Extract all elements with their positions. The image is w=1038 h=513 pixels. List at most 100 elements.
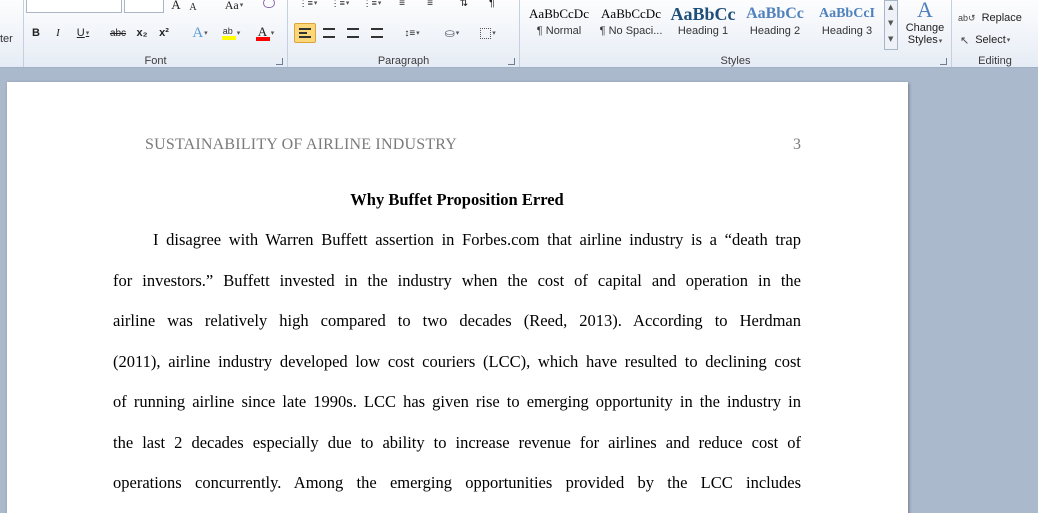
italic-button[interactable]: I xyxy=(48,24,68,42)
change-styles-button[interactable]: A Change Styles xyxy=(900,0,950,50)
page-number: 3 xyxy=(793,136,801,153)
paint-bucket-icon: ⛀ xyxy=(444,26,455,40)
change-styles-label-2: Styles xyxy=(900,34,950,46)
style-no-spacing-sample: AaBbCcDc xyxy=(601,6,661,21)
select-cursor-icon: ↖ xyxy=(960,34,970,47)
multilevel-list-button[interactable]: ⋮≡ xyxy=(360,0,384,12)
select-button[interactable]: ↖ Select xyxy=(960,31,1032,49)
styles-group-label: Styles xyxy=(720,55,751,67)
gallery-up-icon: ▲ xyxy=(888,3,894,11)
superscript-button[interactable]: x² xyxy=(154,24,174,42)
paragraph-line[interactable]: of running airline since late 1990s. LCC… xyxy=(113,392,801,414)
paragraph-line[interactable]: the last 2 decades especially due to abi… xyxy=(113,433,801,455)
paragraph-group: ⋮≡ ⋮≡ ⋮≡ ≡ ≡ ⇅ ¶ ↕≡ ⛀ Paragraph xyxy=(288,0,520,67)
running-head: SUSTAINABILITY OF AIRLINE INDUSTRY xyxy=(145,136,458,153)
style-normal-name: ¶ Normal xyxy=(536,25,582,37)
multilevel-list-icon: ⋮≡ xyxy=(362,0,377,8)
strikethrough-button[interactable]: abc xyxy=(106,24,130,42)
sort-button[interactable]: ⇅ xyxy=(454,0,474,12)
align-center-icon xyxy=(323,28,335,38)
numbering-button[interactable]: ⋮≡ xyxy=(328,0,352,12)
style-heading-3-sample: AaBbCcI xyxy=(818,6,875,21)
italic-icon: I xyxy=(56,27,60,39)
style-normal[interactable]: AaBbCcDc ¶ Normal xyxy=(524,0,594,45)
paragraph-line[interactable]: airline was relatively high compared to … xyxy=(113,311,801,333)
align-center-button[interactable] xyxy=(318,24,340,42)
paragraph-line[interactable]: (2011), airline industry developed low c… xyxy=(113,352,801,374)
style-no-spacing-name: ¶ No Spaci... xyxy=(599,25,663,37)
line-spacing-icon: ↕≡ xyxy=(404,27,416,39)
shrink-font-button[interactable]: A xyxy=(186,0,200,16)
style-heading-1-sample: AaBbCc xyxy=(670,4,736,24)
bold-button[interactable]: B xyxy=(26,24,46,42)
bullets-button[interactable]: ⋮≡ xyxy=(296,0,320,12)
justify-button[interactable] xyxy=(366,24,388,42)
font-color-icon: A xyxy=(255,24,270,41)
style-heading-2[interactable]: AaBbCc Heading 2 xyxy=(740,0,810,45)
clipboard-group-partial: ter xyxy=(0,0,24,67)
font-dialog-launcher[interactable] xyxy=(276,58,283,65)
change-styles-icon: A xyxy=(917,0,933,22)
gallery-more-icon: ▼ xyxy=(888,35,894,43)
shading-button[interactable]: ⛀ xyxy=(438,24,466,42)
increase-indent-button[interactable]: ≡ xyxy=(420,0,440,12)
pilcrow-icon: ¶ xyxy=(489,0,495,9)
change-case-button[interactable]: Aa xyxy=(220,0,248,14)
decrease-indent-button[interactable]: ≡ xyxy=(392,0,412,12)
justify-icon xyxy=(371,28,383,38)
style-heading-2-sample: AaBbCc xyxy=(746,5,804,22)
replace-button[interactable]: ab↺ Replace xyxy=(958,9,1030,27)
show-formatting-button[interactable]: ¶ xyxy=(482,0,502,12)
font-color-button[interactable]: A xyxy=(252,24,278,42)
change-case-icon: Aa xyxy=(224,0,239,12)
paragraph-line[interactable]: I disagree with Warren Buffett assertion… xyxy=(153,230,801,252)
section-heading: Why Buffet Proposition Erred xyxy=(350,190,564,209)
line-spacing-button[interactable]: ↕≡ xyxy=(398,24,426,42)
grow-font-button[interactable]: A xyxy=(168,0,184,14)
paragraph-dialog-launcher[interactable] xyxy=(508,58,515,65)
style-normal-sample: AaBbCcDc xyxy=(529,6,589,21)
clear-formatting-button[interactable] xyxy=(260,0,278,12)
bullets-icon: ⋮≡ xyxy=(298,0,313,8)
gallery-down-icon: ▼ xyxy=(888,19,894,27)
document-page[interactable]: SUSTAINABILITY OF AIRLINE INDUSTRY 3 Why… xyxy=(7,82,908,513)
decrease-indent-icon: ≡ xyxy=(399,0,405,9)
styles-group: AaBbCcDc ¶ Normal AaBbCcDc ¶ No Spaci...… xyxy=(520,0,952,67)
strikethrough-icon: abc xyxy=(109,27,127,39)
change-styles-label-1: Change xyxy=(905,22,945,34)
clipboard-group-partial-label: ter xyxy=(0,33,13,45)
paragraph-line[interactable]: operations concurrently. Among the emerg… xyxy=(113,473,801,495)
paragraph-group-label: Paragraph xyxy=(377,55,430,67)
clear-formatting-icon xyxy=(263,0,275,8)
subscript-button[interactable]: x₂ xyxy=(132,24,152,42)
borders-button[interactable] xyxy=(474,24,502,42)
document-workspace[interactable]: SUSTAINABILITY OF AIRLINE INDUSTRY 3 Why… xyxy=(0,69,1038,513)
highlight-color-button[interactable]: ab xyxy=(218,24,244,42)
style-heading-3[interactable]: AaBbCcI Heading 3 xyxy=(812,0,882,45)
editing-group-label: Editing xyxy=(978,55,1012,67)
shrink-font-icon: A xyxy=(189,1,197,13)
style-heading-3-name: Heading 3 xyxy=(821,25,873,37)
align-right-icon xyxy=(347,28,359,38)
superscript-icon: x² xyxy=(159,27,169,39)
align-right-button[interactable] xyxy=(342,24,364,42)
style-no-spacing[interactable]: AaBbCcDc ¶ No Spaci... xyxy=(596,0,666,45)
ribbon: ter A A Aa B I U abc x₂ x² A ab xyxy=(0,0,1038,68)
subscript-icon: x₂ xyxy=(136,27,148,39)
underline-button[interactable]: U xyxy=(70,24,96,42)
select-label: Select xyxy=(975,34,1006,46)
font-name-combo[interactable] xyxy=(26,0,122,13)
editing-group: ab↺ Replace ↖ Select Editing xyxy=(952,0,1038,67)
styles-dialog-launcher[interactable] xyxy=(940,58,947,65)
font-size-combo[interactable] xyxy=(124,0,164,13)
style-heading-1[interactable]: AaBbCc Heading 1 xyxy=(668,0,738,45)
sort-icon: ⇅ xyxy=(459,0,469,9)
text-effects-button[interactable]: A xyxy=(188,24,212,42)
paragraph-line[interactable]: for investors.” Buffett invested in the … xyxy=(113,271,801,293)
styles-gallery-scroll[interactable]: ▲ ▼ ▼ xyxy=(884,0,898,50)
underline-icon: U xyxy=(76,27,85,39)
style-heading-2-name: Heading 2 xyxy=(749,25,801,37)
style-heading-1-name: Heading 1 xyxy=(677,25,729,37)
borders-icon xyxy=(480,27,492,39)
align-left-button[interactable] xyxy=(294,23,316,43)
